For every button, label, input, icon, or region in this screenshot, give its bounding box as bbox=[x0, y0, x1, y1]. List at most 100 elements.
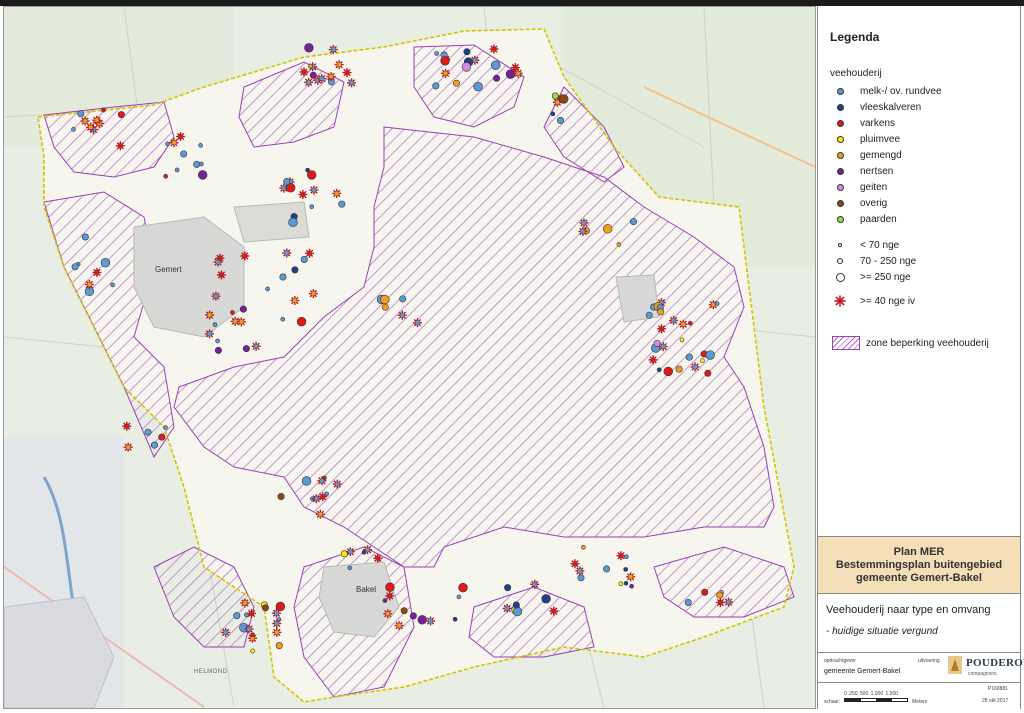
farm-marker bbox=[687, 320, 693, 326]
farm-marker bbox=[239, 305, 247, 313]
medium-circle-icon bbox=[837, 258, 843, 264]
farm-marker bbox=[301, 476, 312, 486]
star-marker bbox=[318, 492, 328, 502]
circle-marker-icon bbox=[836, 183, 844, 191]
star-marker bbox=[394, 621, 404, 631]
farm-marker bbox=[277, 493, 285, 501]
star-marker bbox=[122, 421, 132, 431]
circle-marker-icon bbox=[836, 103, 844, 111]
farm-marker bbox=[233, 612, 241, 620]
star-marker bbox=[311, 494, 321, 504]
legend-item-melk-rundvee: melk-/ ov. rundvee bbox=[832, 84, 942, 98]
farm-marker bbox=[434, 51, 439, 56]
star-marker bbox=[426, 616, 436, 626]
plan-title-line2: Bestemmingsplan buitengebied bbox=[835, 558, 1003, 571]
small-circle-icon bbox=[838, 243, 842, 247]
map-note: - huidige situatie vergund bbox=[826, 626, 938, 637]
star-marker bbox=[317, 74, 327, 84]
star-marker bbox=[332, 479, 342, 489]
star-marker bbox=[92, 267, 102, 277]
star-marker bbox=[363, 545, 373, 555]
farm-marker bbox=[110, 282, 115, 288]
star-marker bbox=[244, 624, 254, 634]
farm-marker bbox=[577, 574, 585, 582]
farm-marker bbox=[71, 127, 76, 132]
map-canvas bbox=[4, 7, 815, 708]
star-marker bbox=[549, 606, 559, 616]
star-marker bbox=[299, 67, 309, 77]
legend-item-varkens: varkens bbox=[832, 116, 895, 130]
farm-marker bbox=[158, 433, 166, 441]
farm-marker bbox=[230, 310, 235, 315]
farm-marker bbox=[163, 425, 168, 430]
farm-marker bbox=[458, 582, 468, 593]
star-marker bbox=[221, 627, 231, 637]
map-panel[interactable]: Gemert Bakel HELMOND bbox=[3, 6, 816, 709]
farm-marker bbox=[556, 116, 564, 124]
star-marker bbox=[315, 509, 325, 519]
star-marker bbox=[213, 257, 223, 267]
star-marker bbox=[347, 78, 357, 88]
star-marker bbox=[397, 310, 407, 320]
star-marker bbox=[441, 68, 451, 78]
star-marker bbox=[272, 627, 282, 637]
star-marker bbox=[575, 566, 585, 576]
star-marker bbox=[317, 476, 327, 486]
star-burst-icon bbox=[834, 295, 846, 307]
farm-marker bbox=[288, 217, 298, 228]
star-marker bbox=[80, 116, 90, 126]
scale-bar bbox=[844, 698, 908, 702]
scale-label: schaal: bbox=[824, 699, 840, 705]
farm-marker bbox=[338, 200, 346, 208]
footer-divider bbox=[818, 652, 1020, 653]
title-block: Plan MER Bestemmingsplan buitengebied ge… bbox=[818, 536, 1020, 594]
farm-marker bbox=[347, 565, 353, 571]
legend-panel: Legenda veehouderij melk-/ ov. rundvee v… bbox=[817, 6, 1024, 709]
star-marker bbox=[305, 248, 315, 258]
star-marker bbox=[648, 355, 658, 365]
farm-marker bbox=[81, 233, 89, 241]
plot-date: 28 okt 2017 bbox=[982, 698, 1009, 704]
farm-marker bbox=[100, 258, 111, 268]
farm-marker bbox=[629, 583, 634, 589]
star-marker bbox=[326, 72, 336, 82]
farm-marker bbox=[174, 167, 180, 173]
farm-marker bbox=[309, 204, 315, 209]
farm-marker bbox=[197, 170, 208, 180]
farm-marker bbox=[71, 263, 79, 271]
farm-marker bbox=[473, 81, 483, 92]
farm-marker bbox=[432, 82, 440, 90]
hatch-pattern-icon bbox=[832, 336, 860, 350]
legend-zone: zone beperking veehouderij bbox=[832, 336, 989, 350]
scale-ticks: 0 250 500 1.000 1.500 bbox=[844, 691, 899, 697]
star-marker bbox=[332, 188, 342, 198]
star-marker bbox=[578, 226, 588, 236]
farm-marker bbox=[456, 594, 462, 600]
farm-marker bbox=[603, 565, 611, 573]
scale-unit: Meters bbox=[912, 699, 928, 705]
legend-title: Legenda bbox=[830, 30, 880, 44]
farm-marker bbox=[399, 295, 407, 303]
star-marker bbox=[502, 603, 512, 613]
farm-marker bbox=[308, 63, 313, 69]
contractor-label: uitvoering bbox=[918, 658, 940, 664]
farm-marker bbox=[618, 581, 624, 587]
farm-marker bbox=[261, 604, 269, 612]
legend-item-overig: overig bbox=[832, 196, 887, 210]
legend-size-small: < 70 nge bbox=[832, 238, 899, 252]
star-marker bbox=[176, 132, 186, 142]
farm-marker bbox=[215, 338, 220, 344]
farm-marker bbox=[199, 161, 204, 167]
farm-marker bbox=[400, 607, 408, 615]
farm-marker bbox=[685, 353, 693, 361]
star-marker bbox=[510, 63, 520, 73]
farm-marker bbox=[701, 588, 709, 596]
star-marker bbox=[470, 55, 480, 65]
legend-item-gemengd: gemengd bbox=[832, 148, 902, 162]
star-marker bbox=[345, 547, 355, 557]
farm-marker bbox=[381, 303, 389, 311]
farm-marker bbox=[705, 350, 715, 360]
legend-star: >= 40 nge iv bbox=[832, 294, 915, 308]
star-marker bbox=[290, 296, 300, 306]
star-marker bbox=[334, 60, 344, 70]
